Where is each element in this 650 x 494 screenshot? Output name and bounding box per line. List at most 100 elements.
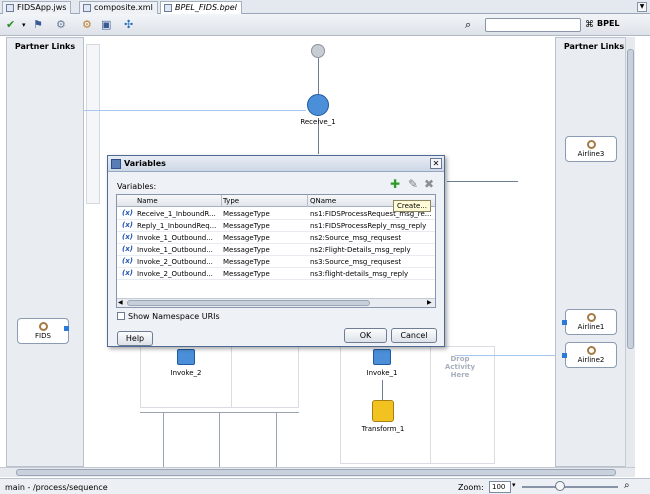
validate-dropdown-icon[interactable]: ▾: [22, 18, 26, 32]
partner-link-connector: [455, 355, 565, 356]
variable-icon: (x): [122, 269, 133, 277]
partner-link-fids[interactable]: FIDS: [17, 318, 69, 344]
validate-check-icon[interactable]: ✔: [6, 18, 15, 32]
column-header-name[interactable]: Name: [137, 197, 158, 205]
receive-gear-icon: [307, 94, 329, 116]
invoke-1-label: Invoke_1: [366, 369, 398, 377]
table-row[interactable]: (x) Invoke_1_Outbound... MessageType ns2…: [117, 232, 435, 244]
scroll-left-arrow-icon[interactable]: ◀: [118, 299, 123, 306]
column-header-type[interactable]: Type: [223, 197, 239, 205]
variable-name: Invoke_2_Outbound...: [137, 270, 213, 278]
partner-link-port: [64, 326, 69, 331]
flow-connector: [382, 380, 383, 400]
variable-qname: ns2:Source_msg_requsest: [310, 234, 402, 242]
transform-activity[interactable]: Transform_1: [360, 400, 406, 436]
bookmark-icon[interactable]: ⚑: [33, 18, 43, 32]
zoom-fit-icon[interactable]: ⌕: [624, 480, 630, 491]
settings-gear-icon[interactable]: ⚙: [56, 18, 66, 32]
receive-activity[interactable]: Receive_1: [290, 94, 346, 130]
partner-link-label: Airline2: [577, 356, 605, 364]
variable-name: Invoke_1_Outbound...: [137, 234, 213, 242]
table-scroll-thumb[interactable]: [127, 300, 370, 306]
table-row[interactable]: (x) Invoke_2_Outbound... MessageType ns3…: [117, 256, 435, 268]
branch-box-left: [140, 346, 299, 408]
show-namespace-checkbox[interactable]: [117, 312, 125, 320]
partner-link-label: FIDS: [35, 332, 51, 340]
bpel-menu-button[interactable]: BPEL: [597, 19, 620, 28]
variable-name: Reply_1_InboundReq...: [137, 222, 217, 230]
partner-link-airline3[interactable]: Airline3: [565, 136, 617, 162]
tab-bpel-fids[interactable]: BPEL_FIDS.bpel: [160, 1, 242, 14]
zoom-label: Zoom:: [458, 483, 484, 492]
editor-tab-bar: FIDSApp.jws composite.xml BPEL_FIDS.bpel…: [0, 0, 650, 14]
diagram-layout-icon[interactable]: ✣: [124, 18, 133, 32]
canvas-vertical-scrollbar[interactable]: [625, 37, 635, 467]
start-circle-icon: [311, 44, 325, 58]
variable-type: MessageType: [223, 270, 270, 278]
partner-link-label: Airline1: [577, 323, 605, 331]
transform-icon: [372, 400, 394, 422]
canvas-horizontal-scrollbar[interactable]: [0, 467, 635, 477]
scroll-right-arrow-icon[interactable]: ▶: [427, 299, 432, 306]
create-tooltip: Create...: [393, 200, 431, 212]
zoom-input[interactable]: 100: [489, 481, 511, 493]
column-header-qname[interactable]: QName: [310, 197, 336, 205]
binoculars-icon[interactable]: ⌕: [465, 18, 471, 32]
horizontal-scroll-thumb[interactable]: [16, 469, 616, 476]
invoke-icon: [373, 349, 391, 365]
column-separator: [221, 195, 222, 207]
variable-type: MessageType: [223, 210, 270, 218]
transform-label: Transform_1: [361, 425, 405, 433]
deploy-icon[interactable]: ⚙: [82, 18, 92, 32]
edit-variable-button[interactable]: ✎: [406, 177, 420, 191]
table-row[interactable]: (x) Invoke_1_Outbound... MessageType ns2…: [117, 244, 435, 256]
show-namespace-label: Show Namespace URIs: [128, 312, 220, 321]
invoke-2-label: Invoke_2: [170, 369, 202, 377]
monitor-icon[interactable]: ▣: [101, 18, 111, 32]
process-start-node[interactable]: [308, 44, 328, 60]
table-row[interactable]: (x) Invoke_2_Outbound... MessageType ns3…: [117, 268, 435, 280]
partner-link-airline2[interactable]: Airline2: [565, 342, 617, 368]
tab-composite-xml[interactable]: composite.xml: [79, 1, 158, 14]
variable-icon: (x): [122, 245, 133, 253]
tab-label: composite.xml: [94, 3, 153, 12]
tab-label: BPEL_FIDS.bpel: [175, 3, 237, 12]
table-row[interactable]: (x) Reply_1_InboundReq... MessageType ns…: [117, 220, 435, 232]
table-horizontal-scrollbar[interactable]: ◀ ▶: [117, 298, 435, 307]
xml-file-icon: [83, 4, 91, 12]
dialog-title-bar: Variables ✕: [108, 156, 444, 172]
invoke-2-activity[interactable]: Invoke_2: [168, 349, 204, 379]
table-row[interactable]: (x) Receive_1_InboundR... MessageType ns…: [117, 208, 435, 220]
variable-type: MessageType: [223, 234, 270, 242]
add-variable-button[interactable]: ✚: [388, 177, 402, 191]
zoom-slider-track[interactable]: [522, 486, 618, 488]
status-bar: main - /process/sequence Zoom: 100 ▾ ⌕: [0, 478, 650, 494]
cancel-button[interactable]: Cancel: [391, 328, 437, 343]
partner-link-label: Airline3: [577, 150, 605, 158]
dialog-close-button[interactable]: ✕: [430, 158, 442, 169]
variable-icon: (x): [122, 257, 133, 265]
bpel-file-icon: [164, 4, 172, 12]
ok-button[interactable]: OK: [344, 328, 387, 343]
search-input[interactable]: [485, 18, 581, 32]
variables-table: Name Type QName (x) Receive_1_InboundR..…: [116, 194, 436, 308]
flow-divider: [447, 181, 518, 182]
vertical-scroll-thumb[interactable]: [627, 49, 634, 349]
zoom-dropdown-icon[interactable]: ▾: [512, 481, 516, 489]
column-separator: [307, 195, 308, 207]
tab-list-dropdown-icon[interactable]: ▼: [637, 2, 647, 12]
variable-type: MessageType: [223, 222, 270, 230]
help-button[interactable]: Help: [117, 331, 153, 346]
flow-connector: [276, 412, 277, 468]
tab-fidsapp-jws[interactable]: FIDSApp.jws: [2, 1, 72, 14]
delete-variable-button[interactable]: ✖: [422, 177, 436, 191]
invoke-1-activity[interactable]: Invoke_1: [364, 349, 400, 379]
zoom-slider-handle[interactable]: [555, 481, 565, 491]
variable-icon: (x): [122, 221, 133, 229]
partner-link-gear-icon: [38, 322, 48, 331]
receive-label: Receive_1: [300, 118, 336, 126]
variables-label: Variables:: [117, 182, 157, 191]
dialog-title: Variables: [124, 159, 166, 168]
partner-link-airline1[interactable]: Airline1: [565, 309, 617, 335]
branch-divider: [430, 346, 431, 464]
